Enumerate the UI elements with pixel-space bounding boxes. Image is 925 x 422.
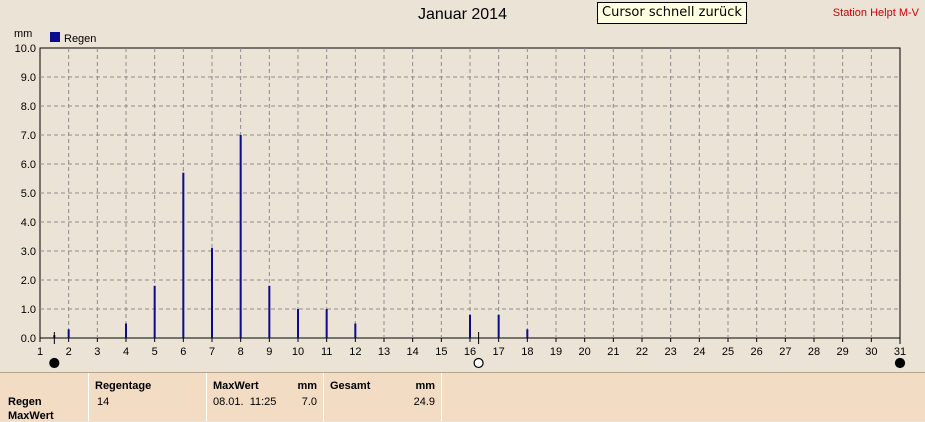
cursor-handle [473,357,484,369]
x-tick-label: 29 [837,346,849,358]
x-tick-label: 12 [349,346,361,358]
x-tick-label: 16 [464,346,476,358]
maxwert-date: 08.01. 11:25 [213,396,277,408]
rain-bar [211,248,213,338]
row-label-regen: Regen [8,396,42,408]
station-name: Station Helpt M-V [832,7,919,19]
maxwert-header: MaxWert [213,380,259,392]
x-tick-label: 27 [779,346,791,358]
rain-bar [325,309,328,338]
rain-bar [125,323,127,338]
rain-bar [153,285,156,338]
y-tick-label: 7.0 [21,130,36,142]
rain-bar [526,329,529,338]
regentage-cell: Regentage 14 [88,373,206,421]
y-tick-label: 9.0 [21,72,36,84]
rain-bar [239,135,242,338]
cursor-handle [49,357,60,369]
x-tick-label: 2 [66,346,72,358]
cursor-tooltip: Cursor schnell zurück [597,2,747,24]
x-tick-label: 14 [407,346,419,358]
cursor-handle [894,357,906,369]
x-tick-label: 22 [636,346,648,358]
y-tick-label: 10.0 [15,43,36,55]
x-tick-label: 20 [579,346,591,358]
maxwert-unit: mm [297,380,317,392]
x-tick-label: 8 [238,346,244,358]
chart-title: Januar 2014 [418,6,507,23]
maxwert-cell: MaxWert mm 08.01. 11:25 7.0 [206,373,323,421]
regentage-value: 14 [97,396,110,408]
y-tick-label: 3.0 [21,246,36,258]
x-tick-label: 9 [266,346,272,358]
x-tick-label: 26 [751,346,763,358]
rain-chart: 0.01.02.03.04.05.06.07.08.09.010.01 2 3 4 5 6… [14,28,906,369]
row-label-maxwert: MaxWert [8,410,54,422]
gesamt-header: Gesamt [330,380,371,392]
x-tick-label: 24 [693,346,705,358]
empty-cell [441,373,925,421]
x-tick-label: 19 [550,346,562,358]
rain-bar [182,172,185,338]
chart-area: 0.0 1.0 2.0 3.0 4.0 5.0 6.0 7.0 8.0 9.0 10.0 1 2 3 4 5 6… [0,0,925,372]
x-tick-label: 13 [378,346,390,358]
y-tick-label: 6.0 [21,159,36,171]
x-tick-label: 30 [865,346,877,358]
gesamt-value: 24.9 [413,396,435,408]
regentage-header: Regentage [95,380,152,392]
maxwert-value: 7.0 [301,396,317,408]
rain-bar [354,323,357,338]
x-tick-label: 23 [665,346,677,358]
rain-bar [469,314,471,338]
x-tick-label: 4 [123,346,129,358]
y-tick-label: 2.0 [21,275,36,287]
x-tick-label: 18 [521,346,533,358]
gesamt-cell: Gesamt mm 24.9 [323,373,441,421]
x-tick-label: 21 [607,346,619,358]
legend-swatch [50,32,60,42]
x-tick-label: 28 [808,346,820,358]
rain-bar [268,285,271,338]
x-tick-label: 5 [152,346,158,358]
y-tick-label: 5.0 [21,188,36,200]
x-tick-label: 25 [722,346,734,358]
x-tick-label: 31 [894,346,906,358]
y-axis-label: mm [14,28,32,40]
x-tick-label: 17 [493,346,505,358]
legend-label: Regen [64,33,96,45]
y-tick-label: 4.0 [21,217,36,229]
x-tick-label: 7 [209,346,215,358]
x-tick-label: 3 [94,346,100,358]
x-tick-label: 11 [321,346,332,358]
y-tick-label: 0.0 [21,333,36,345]
stats-panel: Regen MaxWert Regentage 14 MaxWert mm 08… [0,372,925,422]
rain-bar [497,314,500,338]
gesamt-unit: mm [415,380,435,392]
x-tick-label: 6 [180,346,186,358]
x-tick-label: 10 [292,346,304,358]
x-tick-label: 15 [435,346,447,358]
y-tick-label: 1.0 [21,304,36,316]
rain-bar [67,329,70,338]
x-tick-label: 1 [37,346,43,358]
rain-bar [297,309,299,338]
y-tick-label: 8.0 [21,101,36,113]
